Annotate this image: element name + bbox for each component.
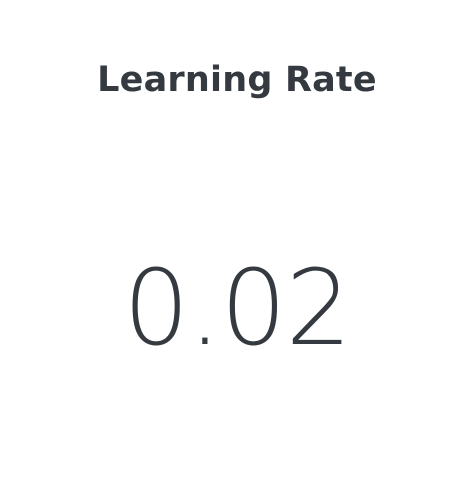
metric-card: Learning Rate 0.02 — [0, 0, 474, 501]
metric-title: Learning Rate — [97, 60, 377, 100]
metric-value: 0.02 — [123, 247, 352, 369]
